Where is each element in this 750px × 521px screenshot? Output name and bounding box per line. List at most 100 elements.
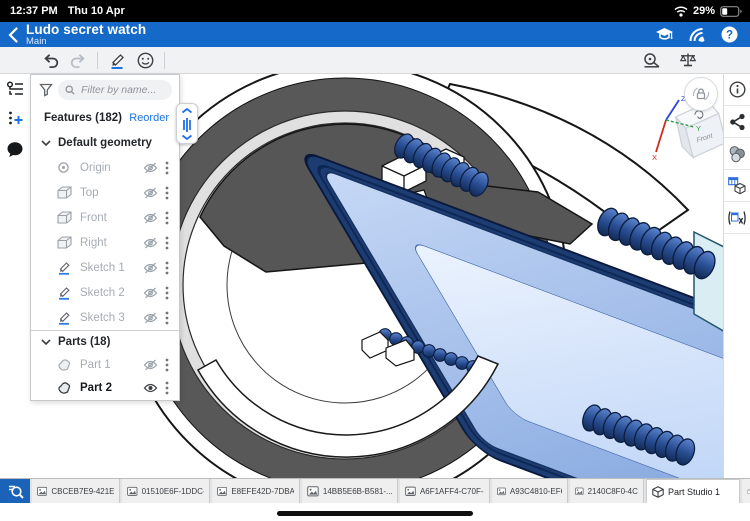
undo-button[interactable] bbox=[36, 48, 64, 72]
part-studio-tab-icon bbox=[652, 486, 664, 498]
plane-icon bbox=[57, 236, 74, 249]
configurations-icon bbox=[727, 210, 747, 226]
overflow-menu-icon[interactable] bbox=[161, 261, 173, 275]
configurations-panel-button[interactable] bbox=[724, 202, 750, 234]
feature-row-sketch2[interactable]: Sketch 2 bbox=[31, 280, 179, 305]
insert-item-icon[interactable] bbox=[7, 110, 24, 127]
svg-text:?: ? bbox=[726, 30, 733, 42]
document-header: Ludo secret watch Main ? bbox=[0, 22, 750, 47]
battery-icon bbox=[720, 6, 742, 17]
overflow-menu-icon[interactable] bbox=[161, 311, 173, 325]
image-tab-icon bbox=[575, 486, 584, 497]
feature-row-sketch1[interactable]: Sketch 1 bbox=[31, 255, 179, 280]
info-icon bbox=[729, 81, 746, 98]
visibility-off-icon[interactable] bbox=[140, 162, 161, 174]
share-panel-button[interactable] bbox=[724, 106, 750, 138]
axis-y-label: Y bbox=[696, 124, 701, 133]
overflow-menu-icon[interactable] bbox=[161, 286, 173, 300]
view-rotation-lock-button[interactable] bbox=[684, 77, 718, 111]
axis-x-label: X bbox=[652, 153, 657, 162]
feature-row-sketch3[interactable]: Sketch 3 bbox=[31, 305, 179, 330]
visibility-off-icon[interactable] bbox=[140, 212, 161, 224]
home-indicator-area bbox=[0, 503, 750, 521]
tab-manager-button[interactable] bbox=[0, 479, 30, 503]
document-tab[interactable]: 14BB5E6B-B581-... bbox=[302, 479, 398, 503]
measure-tool-button[interactable] bbox=[638, 48, 666, 72]
origin-icon bbox=[57, 161, 74, 174]
tab-label: E8EFE42D-7DBA-... bbox=[231, 487, 294, 496]
document-tab[interactable]: CBCEB7E9-421E-... bbox=[32, 479, 120, 503]
visibility-off-icon[interactable] bbox=[140, 287, 161, 299]
follow-mode-icon[interactable] bbox=[688, 27, 707, 43]
document-tab[interactable]: A6F1AFF4-C70F-... bbox=[400, 479, 490, 503]
part-row-part1[interactable]: Part 1 bbox=[31, 353, 179, 376]
document-tab-active[interactable]: Part Studio 1 bbox=[646, 479, 740, 503]
document-tab-overflow[interactable] bbox=[742, 479, 750, 503]
feature-label: Origin bbox=[80, 162, 140, 174]
battery-percent: 29% bbox=[693, 5, 715, 17]
sketch-icon bbox=[57, 260, 74, 275]
named-views-panel-button[interactable] bbox=[724, 170, 750, 202]
visibility-off-icon[interactable] bbox=[140, 359, 161, 371]
mass-properties-button[interactable] bbox=[674, 48, 702, 72]
info-panel-button[interactable] bbox=[724, 74, 750, 106]
feature-row-right-plane[interactable]: Right bbox=[31, 230, 179, 255]
share-icon bbox=[729, 113, 746, 131]
back-button[interactable] bbox=[0, 22, 26, 47]
reorder-link[interactable]: Reorder bbox=[129, 112, 169, 124]
sketch-tool-button[interactable] bbox=[103, 48, 131, 72]
group-label: Default geometry bbox=[58, 137, 173, 149]
wifi-icon bbox=[674, 6, 688, 17]
right-sidebar bbox=[723, 74, 750, 478]
redo-button[interactable] bbox=[64, 48, 92, 72]
document-tab[interactable]: 2140C8F0-4C2D-... bbox=[570, 479, 644, 503]
feature-group-parts[interactable]: Parts (18) bbox=[31, 331, 179, 353]
overflow-menu-icon[interactable] bbox=[161, 381, 173, 395]
part-row-part2[interactable]: Part 2 bbox=[31, 376, 179, 400]
overflow-menu-icon[interactable] bbox=[161, 161, 173, 175]
chevron-down-icon[interactable] bbox=[41, 140, 53, 146]
document-tab[interactable]: 01510E6F-1DDC-... bbox=[122, 479, 210, 503]
tab-label: 2140C8F0-4C2D-... bbox=[588, 487, 638, 496]
home-indicator[interactable] bbox=[277, 511, 473, 516]
appearance-spheres-icon bbox=[728, 145, 746, 163]
image-tab-icon bbox=[497, 486, 506, 497]
comment-smiley-button[interactable] bbox=[131, 48, 159, 72]
plane-icon bbox=[57, 186, 74, 199]
search-icon bbox=[65, 85, 75, 95]
filter-funnel-icon[interactable] bbox=[39, 83, 53, 97]
tab-label: A93C4810-EFC9-... bbox=[510, 487, 562, 496]
filter-field[interactable] bbox=[58, 80, 172, 100]
feature-list-toggle-icon[interactable] bbox=[6, 80, 25, 96]
overflow-menu-icon[interactable] bbox=[161, 186, 173, 200]
visibility-off-icon[interactable] bbox=[140, 187, 161, 199]
overflow-menu-icon[interactable] bbox=[161, 236, 173, 250]
filter-input[interactable] bbox=[79, 83, 165, 97]
comments-icon[interactable] bbox=[6, 141, 24, 158]
document-tab[interactable]: E8EFE42D-7DBA-... bbox=[212, 479, 300, 503]
appearance-panel-button[interactable] bbox=[724, 138, 750, 170]
part-label: Part 1 bbox=[80, 359, 140, 371]
main-toolbar bbox=[0, 47, 750, 74]
feature-group-default-geometry[interactable]: Default geometry bbox=[31, 130, 179, 155]
visibility-off-icon[interactable] bbox=[140, 262, 161, 274]
learning-center-icon[interactable] bbox=[655, 27, 674, 42]
onshape-app-screen: 12:37 PM Thu 10 Apr 29% Ludo secret watc… bbox=[0, 0, 750, 521]
chevron-down-icon[interactable] bbox=[41, 339, 53, 345]
feature-row-top-plane[interactable]: Top bbox=[31, 180, 179, 205]
visibility-off-icon[interactable] bbox=[140, 237, 161, 249]
image-tab-icon bbox=[217, 486, 227, 497]
visibility-on-icon[interactable] bbox=[140, 382, 161, 394]
plane-icon bbox=[57, 211, 74, 224]
status-bar: 12:37 PM Thu 10 Apr 29% bbox=[0, 0, 750, 22]
overflow-menu-icon[interactable] bbox=[161, 358, 173, 372]
part-icon bbox=[57, 358, 74, 372]
visibility-off-icon[interactable] bbox=[140, 312, 161, 324]
rollback-bar-handle[interactable] bbox=[176, 103, 198, 144]
part-icon bbox=[57, 381, 74, 395]
overflow-menu-icon[interactable] bbox=[161, 211, 173, 225]
feature-row-front-plane[interactable]: Front bbox=[31, 205, 179, 230]
document-tab[interactable]: A93C4810-EFC9-... bbox=[492, 479, 568, 503]
feature-row-origin[interactable]: Origin bbox=[31, 155, 179, 180]
help-icon[interactable]: ? bbox=[721, 26, 738, 43]
